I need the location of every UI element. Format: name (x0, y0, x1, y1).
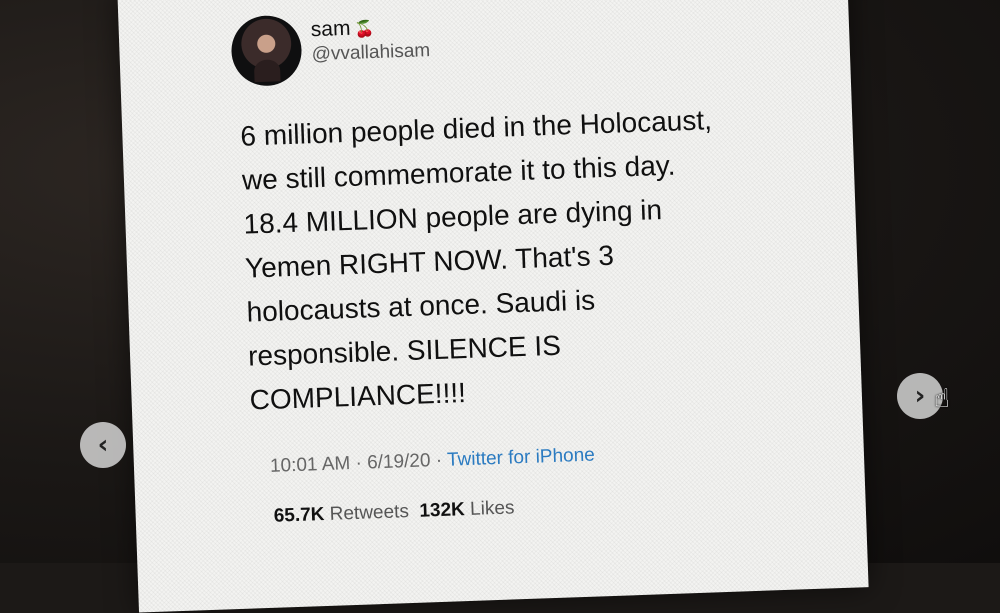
post-image-card: sam 🍒 @vvallahisam 6 million people died … (117, 0, 869, 613)
tweet-header: sam 🍒 @vvallahisam (230, 0, 752, 87)
tweet-meta: 10:01 AM · 6/19/20 · Twitter for iPhone (270, 439, 766, 478)
user-handle[interactable]: @vvallahisam (311, 40, 430, 66)
tweet-text: 6 million people died in the Holocaust, … (240, 97, 764, 423)
avatar[interactable] (230, 14, 303, 87)
retweets-count: 65.7K (273, 504, 325, 527)
user-info: sam 🍒 @vvallahisam (310, 14, 430, 66)
chevron-left-icon: ‹ (97, 430, 109, 460)
tweet-stats: 65.7K Retweets 132K Likes (273, 489, 767, 528)
likes-count: 132K (419, 499, 466, 522)
display-name-row: sam 🍒 (310, 14, 429, 42)
display-name[interactable]: sam (310, 17, 350, 41)
likes-stat[interactable]: 132K Likes (419, 497, 515, 521)
retweets-stat[interactable]: 65.7K Retweets (273, 501, 409, 527)
tweet: sam 🍒 @vvallahisam 6 million people died … (230, 0, 770, 589)
tweet-source-link[interactable]: Twitter for iPhone (447, 445, 595, 471)
blurred-watermark: ​ (279, 567, 281, 587)
cherry-icon: 🍒 (354, 20, 375, 39)
chevron-right-icon: › (914, 381, 926, 411)
likes-label: Likes (469, 497, 515, 520)
previous-slide-button[interactable]: ‹ (80, 422, 126, 468)
retweets-label: Retweets (329, 501, 410, 525)
tweet-timestamp: 10:01 AM · 6/19/20 · (269, 449, 443, 477)
hand-cursor-icon: ☝ (934, 384, 950, 414)
